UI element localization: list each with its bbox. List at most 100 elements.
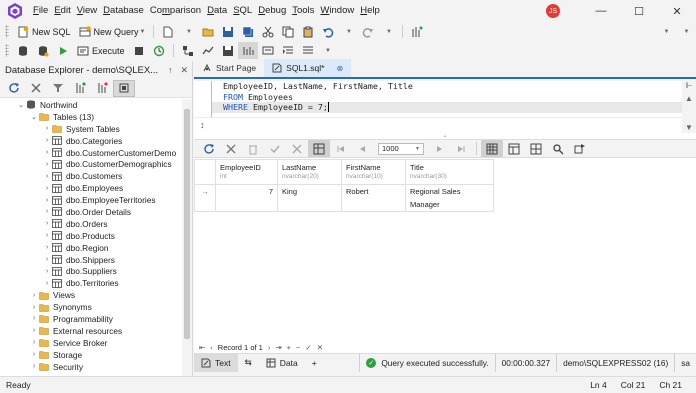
column-header[interactable]: EmployeeID int xyxy=(215,159,278,185)
new-connection-icon[interactable] xyxy=(69,80,91,97)
expand-chevron-icon[interactable]: › xyxy=(42,232,52,239)
menu-view[interactable]: View xyxy=(74,0,100,22)
menu-database[interactable]: Database xyxy=(100,0,147,22)
expand-chevron-icon[interactable]: › xyxy=(29,339,39,346)
tree-item[interactable]: › dbo.Region xyxy=(0,242,181,254)
next-page-icon[interactable] xyxy=(428,140,450,157)
expand-chevron-icon[interactable]: › xyxy=(42,268,52,275)
tree-item[interactable]: › dbo.EmployeeTerritories xyxy=(0,194,181,206)
paste-icon[interactable] xyxy=(298,23,318,40)
copy-icon[interactable] xyxy=(278,23,298,40)
toolbar-grip[interactable] xyxy=(5,44,9,57)
previous-page-icon[interactable] xyxy=(352,140,374,157)
last-record-icon[interactable]: ⇥ xyxy=(275,343,281,352)
page-size-select[interactable]: 1000 ▼ xyxy=(378,142,424,155)
table-row[interactable]: → 7 King Robert Regional Sales Manager xyxy=(194,184,494,212)
scroll-down-icon[interactable]: ▼ xyxy=(685,123,693,132)
new-file-dropdown-icon[interactable]: ▼ xyxy=(178,23,198,40)
grid-view-icon[interactable] xyxy=(308,140,330,157)
menu-file[interactable]: File xyxy=(30,0,51,22)
minimize-button[interactable]: — xyxy=(582,0,620,22)
editor-scrollbar[interactable]: ⊩ ▲ ▼ xyxy=(682,81,696,134)
tree-item[interactable]: › dbo.Products xyxy=(0,230,181,242)
collapse-chevron-icon[interactable]: ⌄ xyxy=(29,113,39,121)
redo-icon[interactable] xyxy=(358,23,378,40)
quick-action-icon[interactable] xyxy=(407,23,427,40)
expand-chevron-icon[interactable]: › xyxy=(29,327,39,334)
cancel-record-icon[interactable]: ✕ xyxy=(317,343,323,352)
expand-chevron-icon[interactable]: › xyxy=(29,292,39,299)
expand-chevron-icon[interactable]: › xyxy=(29,315,39,322)
row-header-corner[interactable] xyxy=(194,159,216,185)
last-page-icon[interactable] xyxy=(450,140,472,157)
tree-item[interactable]: › dbo.Categories xyxy=(0,135,181,147)
split-editor-icon[interactable]: ⊩ xyxy=(686,81,693,90)
add-record-icon[interactable]: + xyxy=(287,343,291,352)
indent-icon[interactable] xyxy=(298,42,318,59)
explorer-close-icon[interactable]: ✕ xyxy=(180,65,188,76)
new-sql-button[interactable]: New SQL xyxy=(13,23,75,40)
menu-data[interactable]: Data xyxy=(204,0,230,22)
tab-start-page[interactable]: Start Page xyxy=(194,59,264,77)
menu-window[interactable]: Window xyxy=(317,0,357,22)
column-header[interactable]: Title nvarchar(30) xyxy=(405,159,494,185)
table-cell[interactable]: Regional Sales Manager xyxy=(405,184,494,212)
expand-chevron-icon[interactable]: › xyxy=(42,137,52,144)
stop-icon[interactable] xyxy=(129,42,149,59)
tree-item[interactable]: › Security xyxy=(0,361,181,373)
tree-item[interactable]: ⌄ Northwind xyxy=(0,99,181,111)
expand-chevron-icon[interactable]: › xyxy=(42,220,52,227)
redo-dropdown-icon[interactable]: ▼ xyxy=(378,23,398,40)
expand-chevron-icon[interactable]: › xyxy=(42,256,52,263)
next-record-icon[interactable]: › xyxy=(268,343,271,352)
pivot-view-icon[interactable] xyxy=(525,140,547,157)
history-icon[interactable] xyxy=(149,42,169,59)
maximize-button[interactable]: ☐ xyxy=(620,0,658,22)
cancel-edit-icon[interactable] xyxy=(220,140,242,157)
scroll-up-icon[interactable]: ▲ xyxy=(685,94,693,103)
menu-edit[interactable]: Edit xyxy=(51,0,73,22)
tab-sql1[interactable]: SQL1.sql* ⊗ xyxy=(264,59,352,77)
tree-item[interactable]: › Views xyxy=(0,289,181,301)
format-icon[interactable] xyxy=(237,42,258,59)
toolbar1-overflow-icon[interactable]: ▼ xyxy=(656,23,676,40)
first-page-icon[interactable] xyxy=(330,140,352,157)
table-cell[interactable]: 7 xyxy=(215,184,278,212)
disconnect-icon[interactable] xyxy=(91,80,113,97)
first-record-icon[interactable]: ⇤ xyxy=(199,343,205,352)
refresh-icon[interactable] xyxy=(3,80,25,97)
tree-item[interactable]: › dbo.CustomerDemographics xyxy=(0,158,181,170)
tree-item[interactable]: › dbo.Orders xyxy=(0,218,181,230)
tree-item[interactable]: › Service Broker xyxy=(0,337,181,349)
tree-item[interactable]: ⌄ Tables (13) xyxy=(0,111,181,123)
expand-chevron-icon[interactable]: › xyxy=(29,363,39,370)
table-cell[interactable]: Robert xyxy=(341,184,406,212)
connection-icon[interactable] xyxy=(13,42,33,59)
grid-layout-icon[interactable] xyxy=(481,140,503,157)
close-window-button[interactable]: ✕ xyxy=(658,0,696,22)
tree-item[interactable]: › System Tables xyxy=(0,123,181,135)
refresh-results-icon[interactable] xyxy=(198,140,220,157)
expand-chevron-icon[interactable]: › xyxy=(42,244,52,251)
expand-chevron-icon[interactable]: › xyxy=(42,149,52,156)
expand-chevron-icon[interactable]: › xyxy=(42,161,52,168)
menu-debug[interactable]: Debug xyxy=(255,0,289,22)
tree-item[interactable]: › Programmability xyxy=(0,313,181,325)
tree-item[interactable]: › dbo.Territories xyxy=(0,277,181,289)
menu-help[interactable]: Help xyxy=(357,0,383,22)
cut-icon[interactable] xyxy=(258,23,278,40)
save-script-icon[interactable] xyxy=(218,42,238,59)
table-cell[interactable]: King xyxy=(277,184,342,212)
filter-icon[interactable] xyxy=(47,80,69,97)
expand-chevron-icon[interactable]: › xyxy=(42,185,52,192)
menu-comparison[interactable]: Comparison xyxy=(147,0,204,22)
query-profiler-icon[interactable] xyxy=(198,42,218,59)
discard-changes-icon[interactable] xyxy=(286,140,308,157)
tree-item[interactable]: › dbo.Suppliers xyxy=(0,265,181,277)
tree-item[interactable]: › dbo.Customers xyxy=(0,170,181,182)
execute-button[interactable]: Execute xyxy=(73,42,129,59)
explorer-pin-icon[interactable]: ↑ xyxy=(168,65,173,75)
menu-tools[interactable]: Tools xyxy=(289,0,317,22)
previous-record-icon[interactable]: ‹ xyxy=(210,343,213,352)
expand-chevron-icon[interactable]: › xyxy=(42,197,52,204)
